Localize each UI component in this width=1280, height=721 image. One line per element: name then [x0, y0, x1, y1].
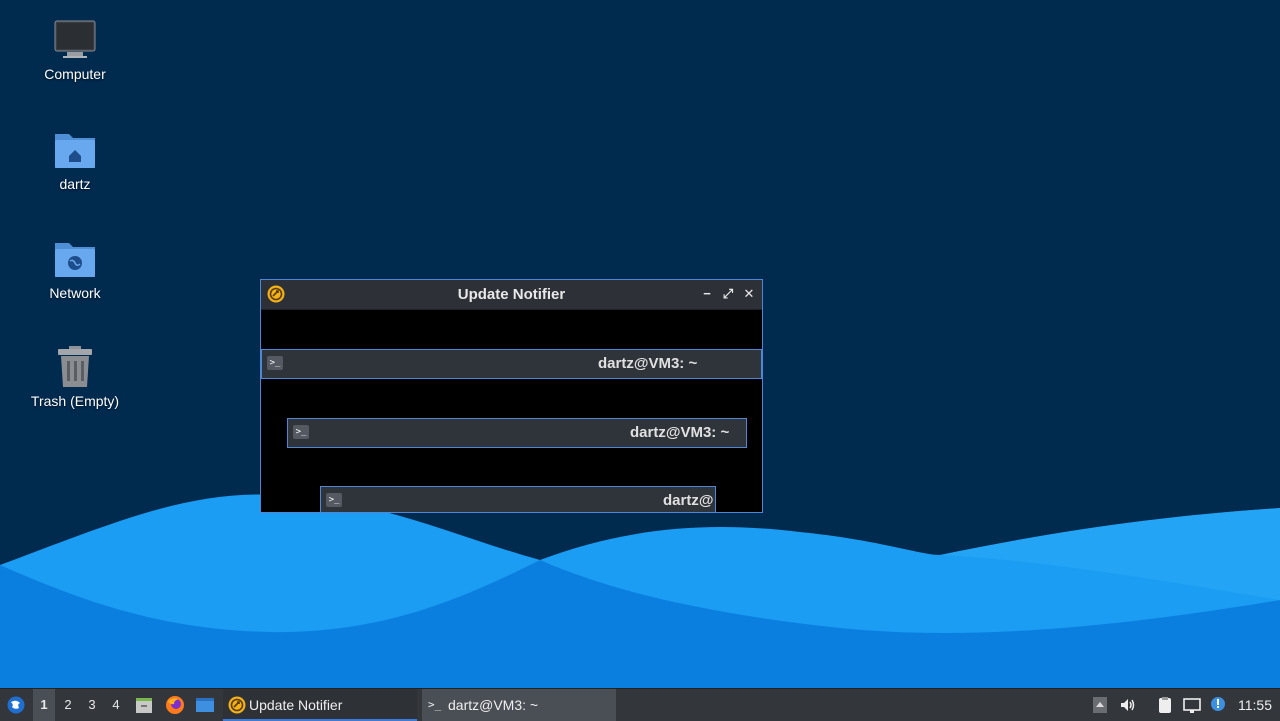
- task-label: Update Notifier: [249, 697, 343, 713]
- task-label: dartz@VM3: ~: [448, 697, 539, 713]
- maximize-button[interactable]: ⤢: [719, 285, 737, 303]
- ghost-terminal-titlebar: >_ dartz@VM3: ~: [287, 418, 747, 448]
- volume-icon[interactable]: [1119, 696, 1137, 714]
- window-titlebar[interactable]: Update Notifier − ⤢ ✕: [261, 280, 762, 310]
- desktop-icon-trash[interactable]: Trash (Empty): [20, 345, 130, 409]
- update-notifier-window[interactable]: Update Notifier − ⤢ ✕ >_ dartz@VM3: ~ >_…: [260, 279, 763, 513]
- taskbar: 1 2 3 4 Update Notifier >_ dartz@VM3: ~ …: [0, 688, 1280, 721]
- computer-icon: [53, 18, 97, 62]
- workspace-3[interactable]: 3: [81, 689, 103, 721]
- terminal-icon: >_: [267, 356, 283, 370]
- task-update-notifier[interactable]: Update Notifier: [223, 689, 417, 721]
- network-folder-icon: [53, 237, 97, 281]
- desktop-icon-label: dartz: [59, 176, 91, 192]
- clock[interactable]: 11:55: [1238, 689, 1278, 721]
- desktop-icon-home[interactable]: dartz: [20, 128, 130, 192]
- clipboard-icon[interactable]: [1156, 696, 1174, 714]
- desktop-icon-network[interactable]: Network: [20, 237, 130, 301]
- expand-tray-icon[interactable]: [1091, 696, 1109, 714]
- task-terminal[interactable]: >_ dartz@VM3: ~: [422, 689, 616, 721]
- window-title: Update Notifier: [457, 286, 566, 303]
- ghost-terminal-titlebar: >_ dartz@VM3: ~: [261, 349, 762, 379]
- terminal-icon: >_: [326, 493, 342, 507]
- desktop-icon-label: Computer: [44, 66, 106, 82]
- ghost-terminal-titlebar: >_ dartz@: [320, 486, 716, 512]
- start-menu-icon: [7, 696, 25, 714]
- workspace-4[interactable]: 4: [105, 689, 127, 721]
- network-icon[interactable]: [1183, 696, 1201, 714]
- start-menu-button[interactable]: [4, 689, 28, 721]
- notification-icon[interactable]: [1209, 696, 1227, 714]
- trash-icon: [53, 345, 97, 389]
- desktop-icon-label: Network: [49, 285, 101, 301]
- workspace-1[interactable]: 1: [33, 689, 55, 721]
- ghost-terminal-title: dartz@VM3: ~: [598, 355, 698, 372]
- firefox-icon: [166, 696, 184, 714]
- terminal-icon: >_: [293, 425, 309, 439]
- workspace-2[interactable]: 2: [57, 689, 79, 721]
- close-button[interactable]: ✕: [740, 285, 758, 303]
- minimize-button[interactable]: −: [698, 285, 716, 303]
- file-manager-icon: [136, 698, 152, 713]
- terminal-icon: >_: [428, 698, 442, 711]
- home-folder-icon: [53, 128, 97, 172]
- firefox-launcher[interactable]: [163, 689, 185, 721]
- desktop-icon-label: Trash (Empty): [30, 393, 120, 409]
- ghost-terminal-title: dartz@: [663, 492, 714, 509]
- show-desktop-button[interactable]: [193, 689, 217, 721]
- update-notifier-icon: [228, 696, 246, 714]
- show-desktop-icon: [196, 698, 214, 712]
- file-manager-launcher[interactable]: [133, 689, 155, 721]
- desktop-icon-computer[interactable]: Computer: [20, 18, 130, 82]
- ghost-terminal-title: dartz@VM3: ~: [630, 424, 730, 441]
